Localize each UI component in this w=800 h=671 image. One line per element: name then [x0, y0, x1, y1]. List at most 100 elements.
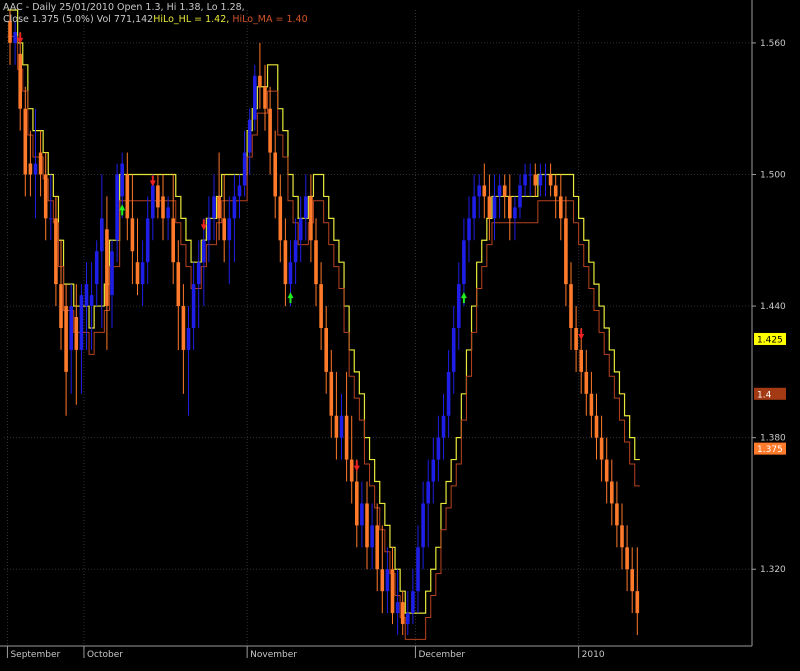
candle-body: [599, 437, 604, 460]
candle-body: [222, 218, 226, 241]
candle-body: [278, 196, 283, 241]
candle-body: [548, 174, 553, 186]
axes: 1.560 1.500 1.440 1.380 1.320 September Octobe…: [0, 0, 786, 660]
chart-title-line2: Close 1.375 (5.0%) Vol 771,142HiLo_HL = …: [3, 14, 308, 26]
candle-body: [227, 218, 232, 241]
x-tick-label: September: [10, 650, 60, 660]
candle-body: [105, 229, 109, 307]
y-tick-label: 1.500: [760, 170, 786, 180]
sell-arrow-icon: [149, 175, 156, 187]
candle-body: [492, 196, 497, 219]
candle-body: [441, 415, 446, 438]
candle-body: [457, 284, 461, 328]
candle-body: [360, 503, 364, 526]
candle-body: [23, 108, 28, 175]
candle-body: [258, 75, 262, 87]
candle-body: [130, 218, 135, 252]
candle-body: [513, 207, 517, 219]
candle-body: [120, 163, 124, 197]
candle-body: [400, 602, 405, 625]
candle-body: [171, 218, 175, 263]
candle-body: [610, 481, 614, 504]
candle-body: [242, 152, 247, 186]
candle-body: [217, 196, 221, 219]
candle-body: [462, 240, 466, 285]
candle-body: [140, 262, 145, 285]
candle-body: [273, 152, 277, 197]
candle-body: [38, 152, 43, 175]
candle-body: [574, 328, 578, 350]
candle-body: [426, 481, 430, 504]
candle-body: [477, 185, 481, 197]
price-chart: 1.560 1.500 1.440 1.380 1.320 September Octobe…: [0, 0, 786, 660]
candle-body: [145, 218, 150, 263]
candle-body: [431, 459, 436, 482]
hilo-ma-value: HiLo_MA = 1.40: [232, 14, 308, 25]
candle-body: [467, 218, 471, 241]
candle-body: [319, 284, 323, 328]
candle-body: [615, 503, 619, 526]
candle-body: [161, 196, 165, 219]
candle-body: [186, 328, 191, 350]
candle-body: [151, 185, 155, 219]
candle-body: [74, 317, 79, 350]
buy-arrow-icon: [460, 292, 467, 304]
candle-body: [43, 174, 48, 219]
candle-body: [181, 306, 186, 350]
price-label-text: 1.375: [757, 445, 783, 455]
candle-body: [314, 240, 318, 285]
candle-body: [94, 251, 99, 285]
candle-body: [176, 262, 181, 307]
candle-body: [625, 547, 629, 570]
candle-body: [487, 196, 492, 219]
candle-body: [115, 174, 119, 241]
candle-body: [232, 196, 237, 219]
candle-body: [49, 218, 53, 220]
price-label-text: 1.425: [757, 335, 783, 345]
candle-body: [135, 262, 140, 285]
buy-arrow-icon: [287, 292, 294, 304]
candle-body: [202, 240, 206, 263]
candle-body: [339, 415, 344, 438]
candle-body: [523, 174, 527, 186]
candle-body: [569, 284, 573, 328]
candle-body: [365, 503, 369, 548]
candle-body: [344, 415, 349, 460]
candle-body: [502, 185, 507, 197]
candle-body: [355, 481, 359, 526]
candle-body: [594, 415, 599, 438]
candle-body: [263, 86, 267, 109]
candle-body: [237, 185, 242, 197]
candle-body: [406, 613, 410, 625]
candle-body: [411, 591, 415, 614]
candle-body: [349, 459, 354, 482]
candle-body: [446, 371, 451, 416]
candle-body: [385, 569, 390, 592]
x-tick-label: November: [250, 650, 297, 660]
candle-body: [324, 328, 328, 372]
hilo-hl-value: HiLo_HL = 1.42,: [153, 14, 230, 25]
candle-body: [59, 284, 63, 328]
candle-body: [518, 185, 522, 208]
candle-body: [416, 547, 420, 592]
sell-arrow-icon: [578, 329, 585, 340]
price-label-text: 1.4: [757, 390, 772, 400]
candle-body: [100, 218, 104, 252]
candle-body: [84, 284, 89, 307]
candle-body: [13, 31, 17, 43]
candle-body: [110, 251, 114, 296]
y-tick-label: 1.440: [760, 302, 786, 312]
candle-body: [559, 196, 563, 219]
candle-body: [604, 459, 609, 482]
chart-title-line1: AAC - Daily 25/01/2010 Open 1.3, Hi 1.38…: [3, 2, 245, 13]
candle-body: [191, 284, 196, 328]
candle-body: [375, 525, 379, 570]
candle-body: [329, 371, 334, 416]
candle-body: [79, 295, 84, 350]
hilo-hl-path: [7, 9, 640, 614]
y-tick-label: 1.320: [760, 565, 786, 575]
candle-body: [370, 525, 374, 548]
candle-body: [253, 75, 257, 120]
candle-body: [482, 185, 487, 197]
candle-body: [472, 196, 476, 219]
